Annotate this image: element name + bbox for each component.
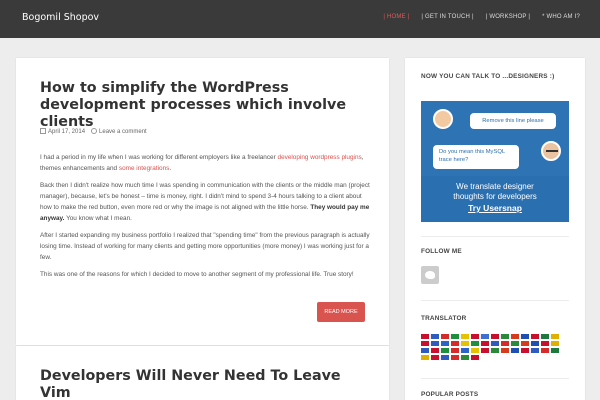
nav-who-am-i[interactable]: * WHO AM I?	[542, 14, 580, 20]
flag-icon[interactable]	[531, 341, 539, 346]
flag-icon[interactable]	[481, 334, 489, 339]
glasses-icon	[546, 150, 558, 153]
flag-icon[interactable]	[481, 341, 489, 346]
read-more-button[interactable]: READ MORE	[317, 302, 365, 322]
flag-icon[interactable]	[531, 334, 539, 339]
designer-avatar	[433, 109, 453, 129]
flag-icon[interactable]	[491, 334, 499, 339]
flag-icon[interactable]	[451, 355, 459, 360]
post-date-wrap: April 17, 2014	[40, 128, 85, 135]
flag-icon[interactable]	[481, 348, 489, 353]
ad-text: We translate designer thoughts for devel…	[421, 177, 569, 222]
flag-icon[interactable]	[461, 348, 469, 353]
main-nav: | HOME | | GET IN TOUCH | | WORKSHOP | *…	[383, 14, 580, 20]
ad-bubble-designer: Remove this line please	[470, 113, 556, 129]
flag-icon[interactable]	[491, 348, 499, 353]
follow-title: FOLLOW ME	[421, 248, 462, 255]
p1-end: .	[169, 165, 172, 172]
flag-icon[interactable]	[471, 334, 479, 339]
post-title-2[interactable]: Developers Will Never Need To Leave Vim	[40, 368, 370, 400]
flag-icon[interactable]	[461, 341, 469, 346]
post-card: How to simplify the WordPress developmen…	[16, 58, 389, 345]
flag-icon[interactable]	[521, 334, 529, 339]
p1-text: I had a period in my life when I was wor…	[40, 154, 278, 161]
developing-plugins-link[interactable]: developing wordpress plugins	[278, 154, 362, 161]
divider	[421, 378, 569, 379]
flag-icon[interactable]	[521, 341, 529, 346]
twitter-button[interactable]	[421, 266, 439, 284]
nav-home[interactable]: | HOME |	[383, 14, 409, 20]
paragraph-3: After I started expanding my business po…	[40, 232, 370, 261]
usersnap-ad[interactable]: Remove this line please Do you mean this…	[421, 101, 569, 222]
flag-icon[interactable]	[441, 355, 449, 360]
divider	[421, 236, 569, 237]
paragraph-2: Back then I didn't realize how much time…	[40, 180, 370, 224]
flag-icon[interactable]	[441, 341, 449, 346]
ad-cta[interactable]: Try Usersnap	[421, 203, 569, 213]
comment-icon	[91, 128, 98, 134]
calendar-icon	[40, 128, 46, 134]
post-meta: April 17, 2014 Leave a comment	[40, 128, 147, 135]
flag-icon[interactable]	[501, 334, 509, 339]
flag-icon[interactable]	[531, 348, 539, 353]
popular-posts-title: POPULAR POSTS	[421, 391, 479, 398]
flag-icon[interactable]	[551, 334, 559, 339]
flag-icon[interactable]	[441, 348, 449, 353]
flag-icon[interactable]	[491, 341, 499, 346]
some-integrations-link[interactable]: some integrations	[119, 165, 169, 172]
post-title[interactable]: How to simplify the WordPress developmen…	[40, 80, 370, 131]
flag-icon[interactable]	[421, 355, 429, 360]
flag-icon[interactable]	[541, 334, 549, 339]
translator-flags	[421, 334, 561, 360]
flag-icon[interactable]	[431, 341, 439, 346]
flag-icon[interactable]	[511, 341, 519, 346]
flag-icon[interactable]	[521, 348, 529, 353]
flag-icon[interactable]	[551, 348, 559, 353]
flag-icon[interactable]	[501, 348, 509, 353]
post-card-2: Developers Will Never Need To Leave Vim	[16, 346, 389, 400]
ad-illustration: Remove this line please Do you mean this…	[421, 101, 569, 176]
flag-icon[interactable]	[431, 334, 439, 339]
flag-icon[interactable]	[461, 355, 469, 360]
sidebar: NOW YOU CAN TALK TO ...DESIGNERS :) Remo…	[405, 58, 585, 400]
translator-title: TRANSLATOR	[421, 315, 467, 322]
paragraph-1: I had a period in my life when I was wor…	[40, 152, 370, 174]
flag-icon[interactable]	[421, 348, 429, 353]
flag-icon[interactable]	[451, 341, 459, 346]
post-body: I had a period in my life when I was wor…	[40, 152, 370, 286]
post-comment-wrap: Leave a comment	[91, 128, 147, 135]
ad-bubble-developer: Do you mean this MySQL trace here?	[433, 145, 519, 169]
flag-icon[interactable]	[421, 334, 429, 339]
flag-icon[interactable]	[541, 348, 549, 353]
flag-icon[interactable]	[441, 334, 449, 339]
nav-get-in-touch[interactable]: | GET IN TOUCH |	[421, 14, 473, 20]
developer-avatar	[541, 141, 561, 161]
flag-icon[interactable]	[511, 348, 519, 353]
flag-icon[interactable]	[451, 334, 459, 339]
top-bar: Bogomil Shopov | HOME | | GET IN TOUCH |…	[0, 0, 600, 38]
flag-icon[interactable]	[461, 334, 469, 339]
flag-icon[interactable]	[471, 348, 479, 353]
flag-icon[interactable]	[511, 334, 519, 339]
site-brand[interactable]: Bogomil Shopov	[22, 12, 99, 23]
flag-icon[interactable]	[431, 355, 439, 360]
p2-end: You know what I mean.	[64, 215, 132, 222]
ad-line-2: thoughts for developers	[453, 192, 537, 201]
flag-icon[interactable]	[431, 348, 439, 353]
flag-icon[interactable]	[421, 341, 429, 346]
divider	[421, 300, 569, 301]
ad-widget-title: NOW YOU CAN TALK TO ...DESIGNERS :)	[421, 73, 555, 80]
nav-workshop[interactable]: | WORKSHOP |	[486, 14, 530, 20]
ad-line-1: We translate designer	[456, 182, 534, 191]
flag-icon[interactable]	[501, 341, 509, 346]
twitter-icon	[425, 271, 435, 279]
flag-icon[interactable]	[551, 341, 559, 346]
paragraph-4: This was one of the reasons for which I …	[40, 271, 354, 278]
flag-icon[interactable]	[541, 341, 549, 346]
flag-icon[interactable]	[451, 348, 459, 353]
post-comment-link[interactable]: Leave a comment	[99, 129, 147, 135]
flag-icon[interactable]	[471, 355, 479, 360]
flag-icon[interactable]	[471, 341, 479, 346]
post-date[interactable]: April 17, 2014	[48, 129, 85, 135]
